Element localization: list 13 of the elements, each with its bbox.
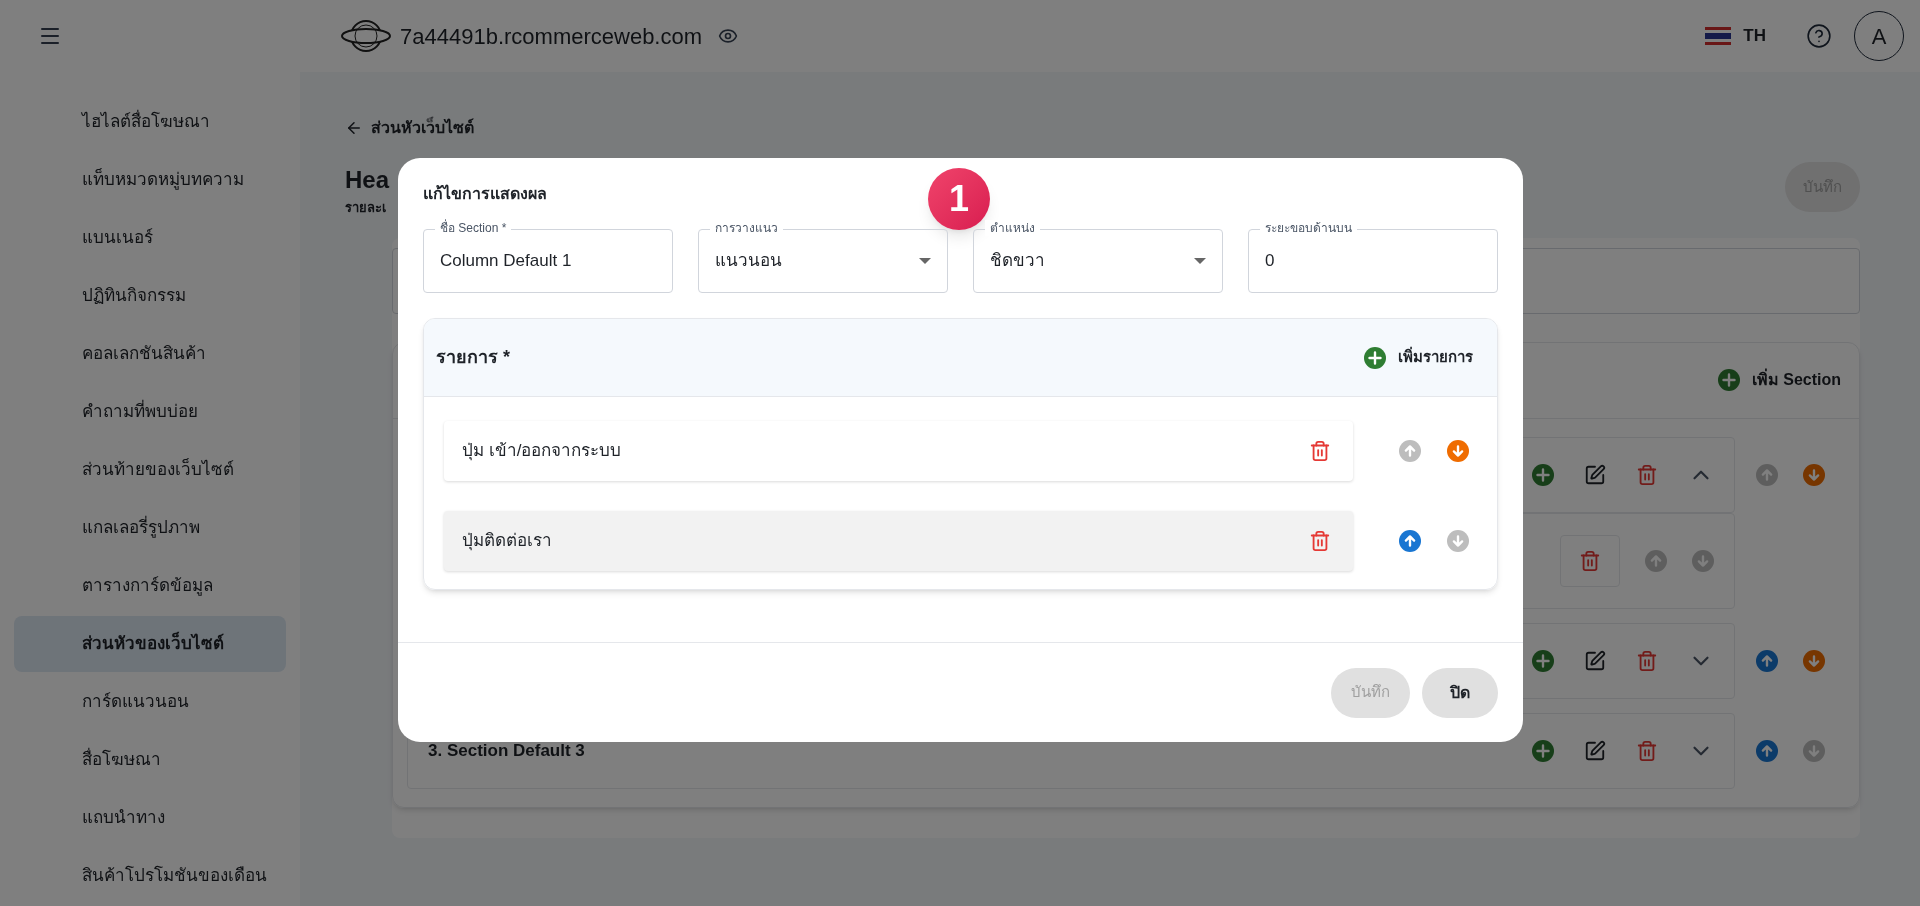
store-domain: 7a44491b.rcommerceweb.com [400, 22, 703, 51]
list-item-label: ปุ่ม เข้า/ออกจากระบบ [462, 440, 622, 463]
field-value: 0 [1265, 250, 1275, 273]
list-item-label: ปุ่มติดต่อเรา [462, 530, 552, 553]
field-value: Column Default 1 [440, 250, 572, 273]
section-title: 3. Section Default 3 [428, 739, 585, 762]
dialog-title: แก้ไขการแสดงผล [423, 185, 547, 202]
field-value: แนวนอน [715, 250, 782, 273]
callout-badge: 1 [928, 168, 990, 230]
page-title: Hea [345, 165, 390, 195]
items-panel-title: รายการ * [436, 346, 510, 369]
page-subtitle: รายละเ [345, 199, 387, 217]
field-value: ชิดขวา [990, 250, 1045, 273]
